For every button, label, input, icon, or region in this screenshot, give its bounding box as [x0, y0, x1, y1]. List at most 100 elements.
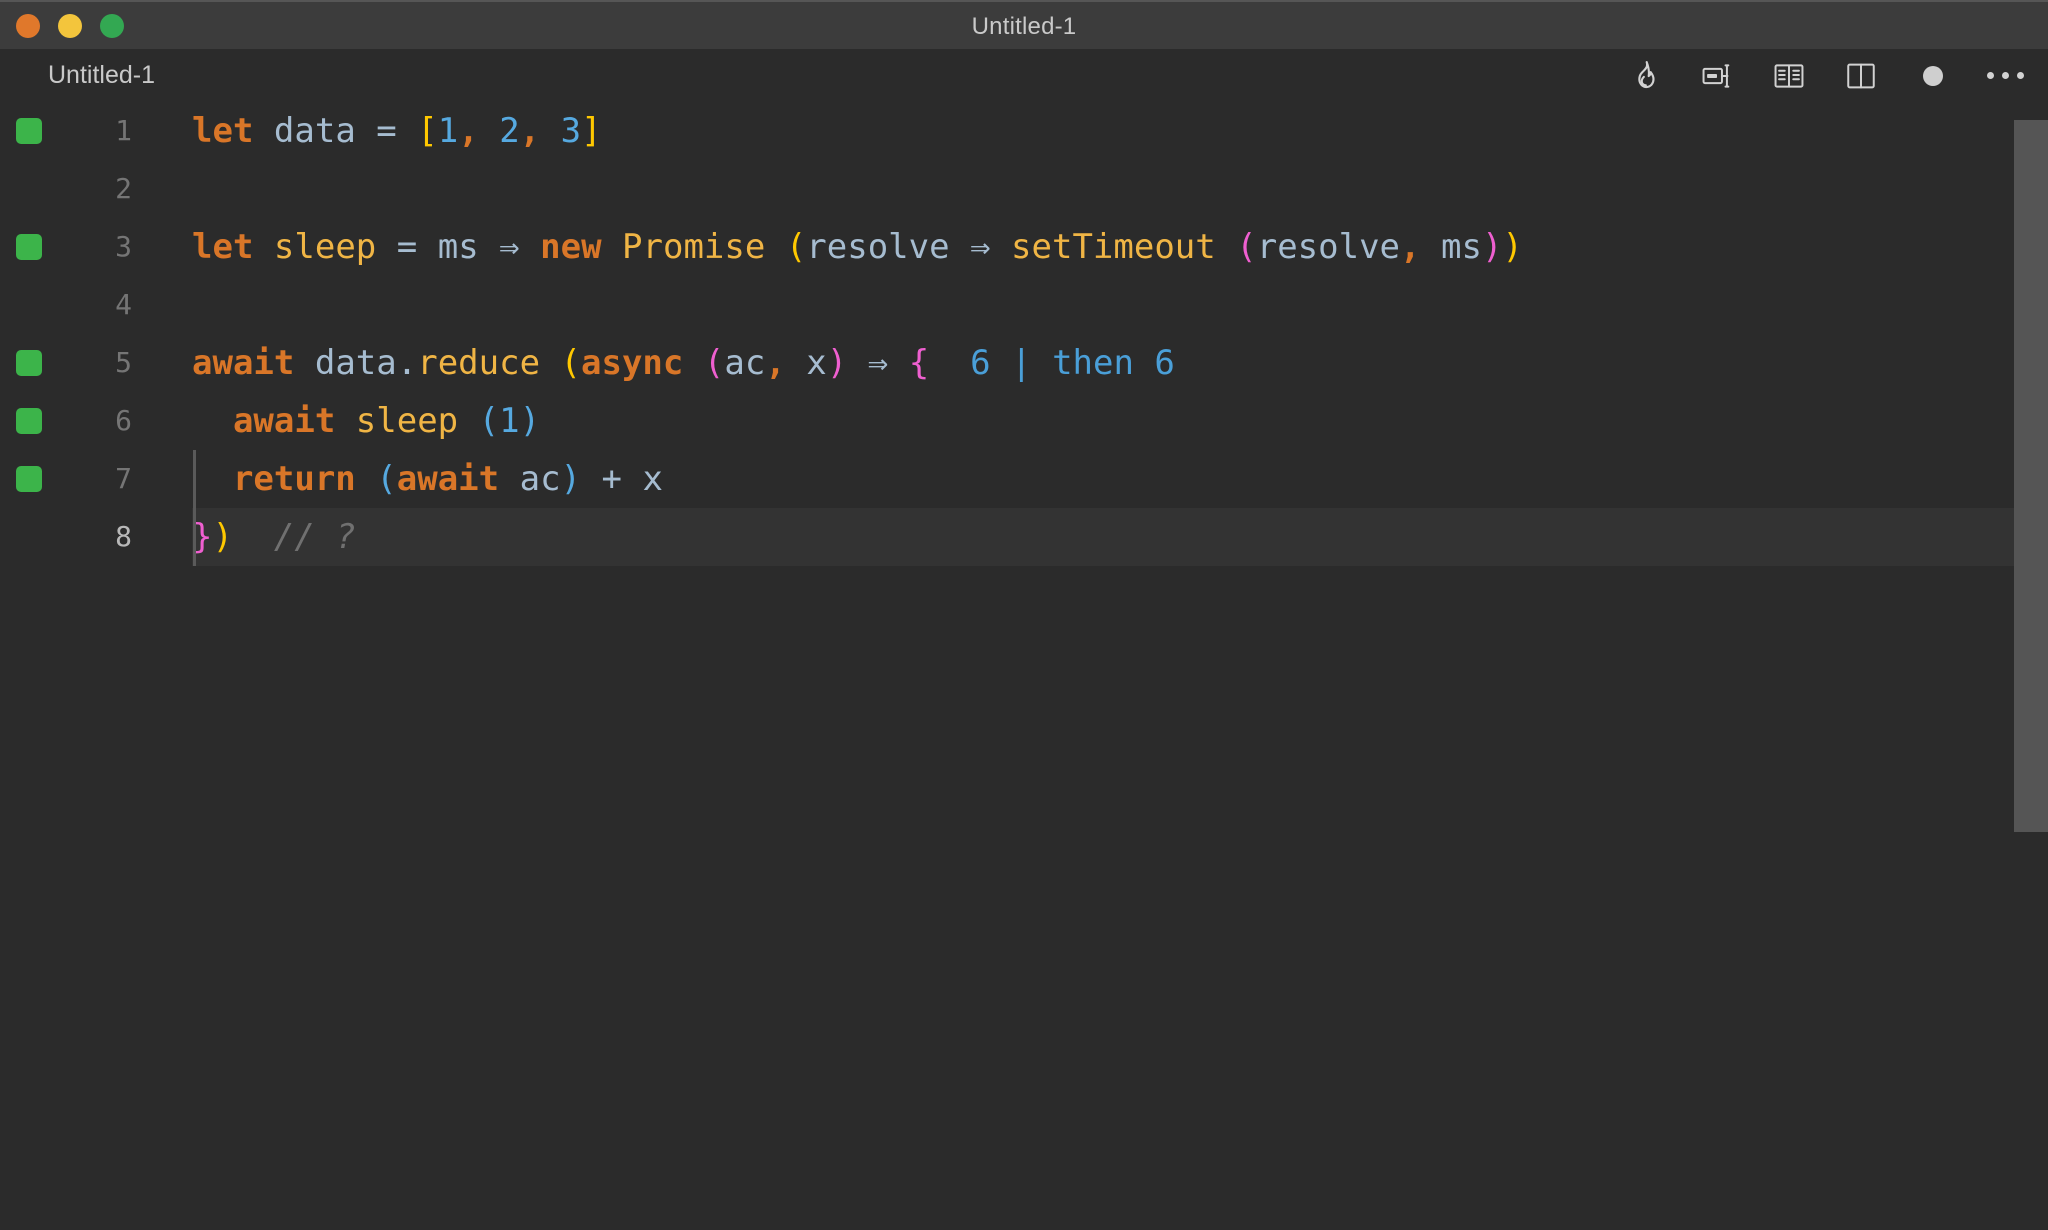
code-token: ) — [1502, 227, 1523, 267]
open-book-icon[interactable] — [1768, 55, 1810, 97]
code-token: ) — [560, 459, 582, 499]
code-line-row[interactable]: 4 — [0, 276, 2048, 334]
code-token: 3 — [560, 111, 582, 151]
code-token: ms — [1440, 227, 1482, 267]
code-token: ac — [724, 343, 766, 383]
rename-symbol-icon[interactable] — [1696, 55, 1738, 97]
window-titlebar: Untitled-1 — [0, 0, 2048, 49]
line-number: 3 — [115, 230, 132, 263]
code-lines: 1 let data = [1, 2, 3] 2 3 let sleep = ms ⇒ … — [0, 102, 2048, 566]
code-token: sleep — [273, 227, 377, 267]
gutter-coverage-marker[interactable] — [16, 118, 42, 144]
inline-value-right[interactable]: then 6 — [1052, 343, 1175, 383]
code-token: x — [642, 459, 663, 499]
code-line-row[interactable]: 6 await sleep (1) — [0, 392, 2048, 450]
code-token: data — [273, 111, 356, 151]
code-token: resolve — [1256, 227, 1401, 267]
code-token: ac — [519, 459, 561, 499]
split-editor-icon[interactable] — [1840, 55, 1882, 97]
code-token: , — [519, 111, 541, 151]
code-token: ( — [703, 343, 725, 383]
record-dot-icon[interactable] — [1912, 55, 1954, 97]
code-line-row[interactable]: 5 await data.reduce (async (ac, x) ⇒ { 6 … — [0, 334, 2048, 392]
code-line-text[interactable]: let data = [1, 2, 3] — [192, 102, 602, 160]
code-token: . — [396, 343, 418, 383]
line-number: 4 — [115, 288, 132, 321]
tab-untitled-1[interactable]: Untitled-1 — [48, 49, 155, 102]
gutter-coverage-marker[interactable] — [16, 350, 42, 376]
editor-tabbar: Untitled-1 — [0, 49, 2048, 102]
code-token: ) — [826, 343, 848, 383]
code-line-row[interactable]: 3 let sleep = ms ⇒ new Promise (resolve ⇒… — [0, 218, 2048, 276]
inline-value-left[interactable]: 6 — [970, 343, 990, 383]
flame-icon[interactable] — [1624, 55, 1666, 97]
gutter-coverage-marker[interactable] — [16, 234, 42, 260]
editor-toolbar — [1624, 49, 2026, 102]
inline-value-gap — [929, 343, 970, 383]
code-token: 2 — [499, 111, 520, 151]
code-token: ms — [437, 227, 479, 267]
code-token: ( — [560, 343, 582, 383]
code-line-text[interactable]: await data.reduce (async (ac, x) ⇒ { 6 |… — [192, 334, 1175, 392]
code-token: reduce — [417, 343, 541, 383]
more-actions-ellipsis-icon[interactable] — [1984, 55, 2026, 97]
code-line-row[interactable]: 7 return (await ac) + x — [0, 450, 2048, 508]
code-token: ( — [478, 401, 500, 441]
code-token: ⇒ — [499, 227, 520, 267]
code-token: x — [806, 343, 827, 383]
code-line-text[interactable]: await sleep (1) — [192, 392, 540, 450]
code-token: ( — [1236, 227, 1257, 267]
code-token: resolve — [806, 227, 950, 267]
code-token: await — [396, 459, 500, 499]
code-line-row[interactable]: 2 — [0, 160, 2048, 218]
code-token: { — [908, 343, 930, 383]
code-token: 1 — [437, 111, 459, 151]
line-number: 8 — [115, 520, 132, 553]
gutter-coverage-marker[interactable] — [16, 466, 42, 492]
code-token: await — [232, 401, 336, 441]
vertical-scrollbar-thumb[interactable] — [2014, 120, 2048, 832]
code-line-text[interactable]: return (await ac) + x — [192, 450, 663, 508]
editor-body[interactable]: 1 let data = [1, 2, 3] 2 3 let sleep = ms ⇒ … — [0, 102, 2048, 1230]
code-token: ⇒ — [970, 227, 991, 267]
inline-value-separator: | — [1011, 343, 1032, 383]
code-token: ] — [581, 111, 602, 151]
code-line-text[interactable]: }) // ? — [192, 508, 356, 566]
code-line-row[interactable]: 8 }) // ? — [0, 508, 2048, 566]
code-token: ( — [376, 459, 397, 499]
code-line-text[interactable]: let sleep = ms ⇒ new Promise (resolve ⇒ … — [192, 218, 1523, 276]
code-token: ) — [212, 517, 233, 557]
line-number: 1 — [115, 114, 132, 147]
gutter-coverage-marker[interactable] — [16, 408, 42, 434]
code-line-row[interactable]: 1 let data = [1, 2, 3] — [0, 102, 2048, 160]
code-token: ⇒ — [867, 343, 889, 383]
code-token: 1 — [499, 401, 520, 441]
code-token: = — [376, 111, 397, 151]
code-token: + — [601, 459, 622, 499]
code-token: ) — [1481, 227, 1503, 267]
